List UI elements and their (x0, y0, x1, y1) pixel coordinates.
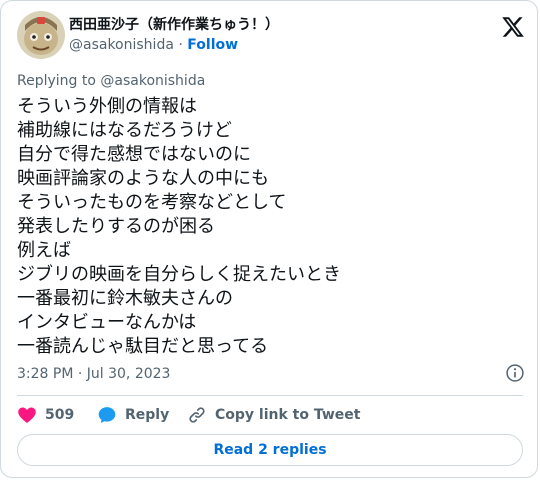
reply-button[interactable]: Reply (97, 403, 169, 427)
tweet-line: 一番最初に鈴木敏夫さんの (17, 288, 233, 309)
read-replies-button[interactable]: Read 2 replies (17, 434, 523, 466)
tweet-line: そういったものを考察などとして (17, 192, 287, 213)
tweet-text: そういう外側の情報は 補助線にはなるだろうけど 自分で得た感想ではないのに 映画… (17, 95, 527, 359)
tweet-actions: 509 Reply Copy link to Tweet (17, 403, 525, 427)
handle-separator: · (173, 37, 188, 53)
tweet-line: 発表したりするのが困る (17, 216, 215, 237)
copy-link-label: Copy link to Tweet (215, 407, 361, 423)
tweet-line: 補助線にはなるだろうけど (17, 120, 232, 141)
tweet-line: 自分で得た感想ではないのに (17, 144, 251, 165)
x-logo-icon[interactable] (501, 15, 525, 39)
author-handle[interactable]: @asakonishida (69, 37, 174, 53)
heart-icon (18, 407, 36, 423)
tweet-header: 西田亜沙子（新作作業ちゅう！） @asakonishida · Follow (17, 11, 525, 63)
author-info: 西田亜沙子（新作作業ちゅう！） @asakonishida · Follow (69, 15, 279, 55)
avatar[interactable] (17, 11, 65, 59)
tweet-line: 映画評論家のような人の中にも (17, 168, 269, 189)
tweet-line: 一番読んじゃ駄目だと思ってる (17, 336, 269, 357)
tweet-line: インタビューなんかは (17, 312, 197, 333)
follow-link[interactable]: Follow (187, 37, 238, 53)
tweet-line: 例えば (17, 240, 71, 261)
tweet-line: そういう外側の情報は (17, 96, 197, 117)
tweet-meta: 3:28 PM · Jul 30, 2023 (17, 363, 525, 383)
speech-bubble-icon (98, 407, 116, 423)
tweet-card: 西田亜沙子（新作作業ちゅう！） @asakonishida · Follow R… (0, 0, 538, 478)
info-icon[interactable] (505, 363, 525, 383)
copy-link-button[interactable]: Copy link to Tweet (187, 403, 360, 427)
like-count: 509 (45, 407, 75, 423)
like-button[interactable]: 509 (17, 403, 74, 427)
tweet-line: ジブリの映画を自分らしく捉えたいとき (17, 264, 341, 285)
divider (17, 395, 523, 396)
author-handle-row: @asakonishida · Follow (69, 35, 279, 55)
reply-label: Reply (125, 407, 170, 423)
link-icon (189, 407, 205, 423)
tweet-timestamp[interactable]: 3:28 PM · Jul 30, 2023 (17, 366, 170, 382)
replying-to[interactable]: Replying to @asakonishida (17, 71, 205, 91)
avatar-image (17, 11, 65, 59)
author-display-name[interactable]: 西田亜沙子（新作作業ちゅう！） (69, 15, 279, 35)
